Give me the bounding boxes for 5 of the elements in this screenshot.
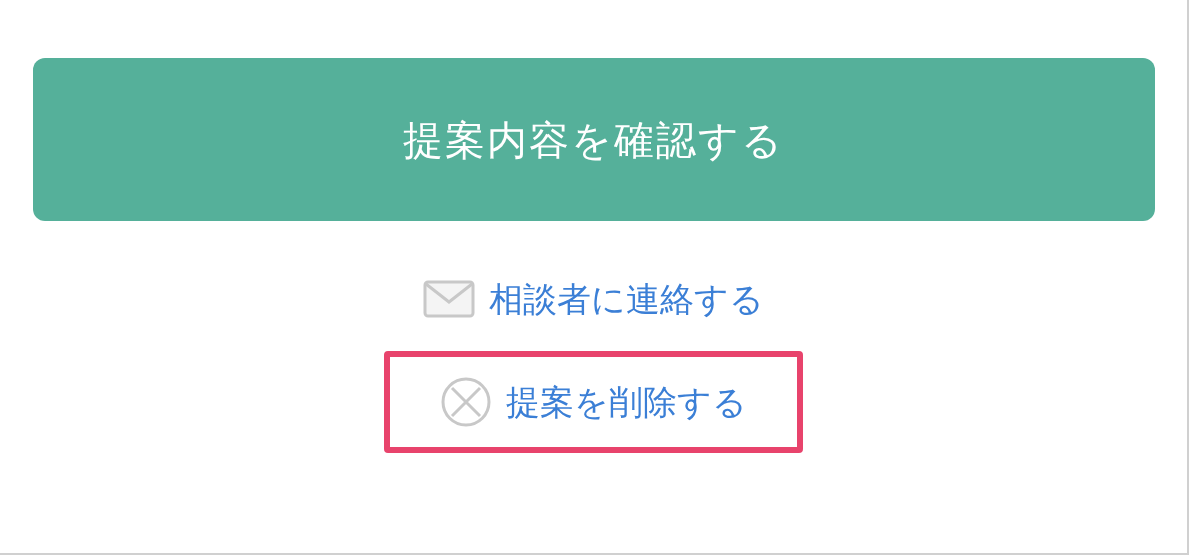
envelope-icon xyxy=(423,280,475,318)
close-icon xyxy=(440,376,492,428)
confirm-button[interactable]: 提案内容を確認する xyxy=(32,58,1155,221)
link[interactable]: 提案を削除する xyxy=(384,351,803,453)
link[interactable]: 相談者に連絡する xyxy=(423,277,764,321)
